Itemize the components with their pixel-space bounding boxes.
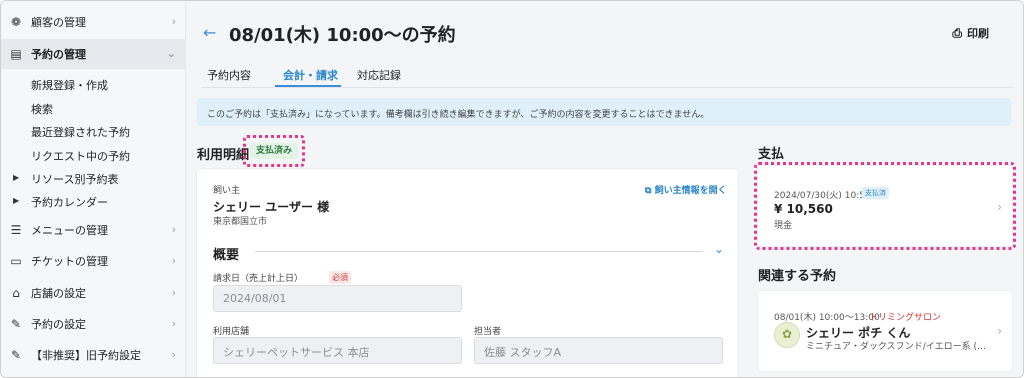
tab-billing[interactable]: 会計・請求 xyxy=(283,67,338,83)
page-title: 08/01(木) 10:00〜の予約 xyxy=(229,25,456,46)
overview-title: 概要 xyxy=(213,248,240,263)
staff-label: 担当者 xyxy=(474,327,502,337)
pet-avatar: ✿ xyxy=(774,322,800,348)
pet-breed: ミニチュア・ダックスフンド/イエロー系 (… xyxy=(806,342,987,352)
home-icon: ⌂ xyxy=(12,286,20,300)
sidebar-item-label: 予約の設定 xyxy=(31,318,86,331)
app-window: ❁ 顧客の管理 › ▤ 予約の管理 ⌄ 新規登録・作成 検索 最近登録された予約… xyxy=(0,0,1024,378)
usage-section-title: 利用明細 xyxy=(197,148,250,163)
tab-reservation-details[interactable]: 予約内容 xyxy=(207,67,251,83)
related-section-title: 関連する予約 xyxy=(758,269,837,284)
open-owner-link[interactable]: ⧉ 飼い主情報を開く xyxy=(645,183,727,196)
ticket-icon: ▭ xyxy=(10,254,22,268)
chevron-right-icon: › xyxy=(997,324,1002,338)
required-badge: 必須 xyxy=(329,271,351,284)
external-link-icon: ⧉ xyxy=(645,186,655,196)
related-time: 08/01(木) 10:00〜13:00 xyxy=(774,313,880,323)
sidebar-item-reservation-settings[interactable]: ✎ 予約の設定 › xyxy=(1,309,186,339)
print-button[interactable]: ⎙ 印刷 xyxy=(952,25,989,41)
sidebar-item-store-settings[interactable]: ⌂ 店舗の設定 › xyxy=(1,278,186,308)
dog-icon: ✿ xyxy=(782,327,793,341)
chevron-right-icon: › xyxy=(171,254,176,267)
back-arrow-icon[interactable]: ← xyxy=(203,23,216,42)
sidebar-item-legacy-settings[interactable]: ✎ 【非推奨】旧予約設定 › xyxy=(1,340,186,370)
info-banner: このご予約は「支払済み」になっています。備考欄は引き続き編集できますが、ご予約の… xyxy=(197,98,1011,126)
print-label: 印刷 xyxy=(967,27,989,40)
owner-label: 飼い主 xyxy=(213,186,241,196)
chevron-down-icon[interactable]: ⌄ xyxy=(714,242,724,256)
edit-icon: ✎ xyxy=(10,348,22,362)
caret-right-icon: ▶ xyxy=(13,196,20,205)
open-owner-label: 飼い主情報を開く xyxy=(654,186,727,196)
sidebar-subitem-recent[interactable]: 最近登録された予約 xyxy=(31,124,130,140)
chevron-down-icon: ⌄ xyxy=(166,47,176,60)
sidebar-item-menus[interactable]: ☰ メニューの管理 › xyxy=(1,215,186,245)
chevron-right-icon: › xyxy=(171,348,176,361)
calendar-icon: ▤ xyxy=(10,47,22,61)
list-icon: ☰ xyxy=(10,223,22,237)
highlight-marker xyxy=(754,162,1016,250)
sidebar-subitem-search[interactable]: 検索 xyxy=(31,101,53,117)
sidebar-subitem-new[interactable]: 新規登録・作成 xyxy=(31,77,108,93)
usage-card: 飼い主 シェリー ユーザー 様 東京都国立市 ⧉ 飼い主情報を開く 概要 ⌄ 請… xyxy=(197,169,738,377)
paw-icon: ❁ xyxy=(10,15,22,29)
tab-bar: 予約内容 会計・請求 対応記録 xyxy=(201,63,981,87)
edit-icon: ✎ xyxy=(10,317,22,331)
sidebar: ❁ 顧客の管理 › ▤ 予約の管理 ⌄ 新規登録・作成 検索 最近登録された予約… xyxy=(1,1,186,377)
tab-history[interactable]: 対応記録 xyxy=(357,67,401,83)
store-label: 利用店舗 xyxy=(213,327,250,337)
billing-date-label: 請求日（売上計上日） xyxy=(213,274,304,284)
tab-divider xyxy=(201,87,1013,88)
highlight-marker xyxy=(243,135,305,167)
related-service: トリミングサロン xyxy=(869,313,942,323)
chevron-right-icon: › xyxy=(171,223,176,236)
sidebar-item-label: 予約の管理 xyxy=(31,48,86,61)
billing-date-field[interactable]: 2024/08/01 xyxy=(213,285,462,312)
sidebar-item-label: チケットの管理 xyxy=(31,255,108,268)
owner-address: 東京都国立市 xyxy=(213,217,268,227)
sidebar-item-label: メニューの管理 xyxy=(31,224,108,237)
main-content: ← 08/01(木) 10:00〜の予約 ⎙ 印刷 予約内容 会計・請求 対応記… xyxy=(187,1,1023,377)
sidebar-item-label: 顧客の管理 xyxy=(31,16,86,29)
sidebar-item-reservations[interactable]: ▤ 予約の管理 ⌄ xyxy=(1,39,186,69)
staff-field[interactable]: 佐藤 スタッフA xyxy=(474,337,723,364)
divider xyxy=(255,251,703,252)
chevron-right-icon: › xyxy=(171,317,176,330)
sidebar-item-tickets[interactable]: ▭ チケットの管理 › xyxy=(1,246,186,276)
sidebar-subitem-resource-table[interactable]: リソース別予約表 xyxy=(31,171,118,187)
sidebar-item-label: 【非推奨】旧予約設定 xyxy=(31,349,141,362)
store-field[interactable]: シェリーペットサービス 本店 xyxy=(213,337,462,364)
caret-right-icon: ▶ xyxy=(13,173,20,182)
owner-name: シェリー ユーザー 様 xyxy=(213,200,330,214)
related-reservation-card[interactable]: 08/01(木) 10:00〜13:00 トリミングサロン ✿ シェリー ポチ … xyxy=(758,291,1012,371)
sidebar-item-customers[interactable]: ❁ 顧客の管理 › xyxy=(1,7,186,37)
chevron-right-icon: › xyxy=(171,15,176,28)
sidebar-subitem-calendar[interactable]: 予約カレンダー xyxy=(31,194,108,210)
payment-section-title: 支払 xyxy=(758,147,785,162)
printer-icon: ⎙ xyxy=(952,25,962,40)
chevron-right-icon: › xyxy=(171,286,176,299)
sidebar-subitem-requests[interactable]: リクエスト中の予約 xyxy=(31,148,130,164)
sidebar-item-label: 店舗の設定 xyxy=(31,287,86,300)
